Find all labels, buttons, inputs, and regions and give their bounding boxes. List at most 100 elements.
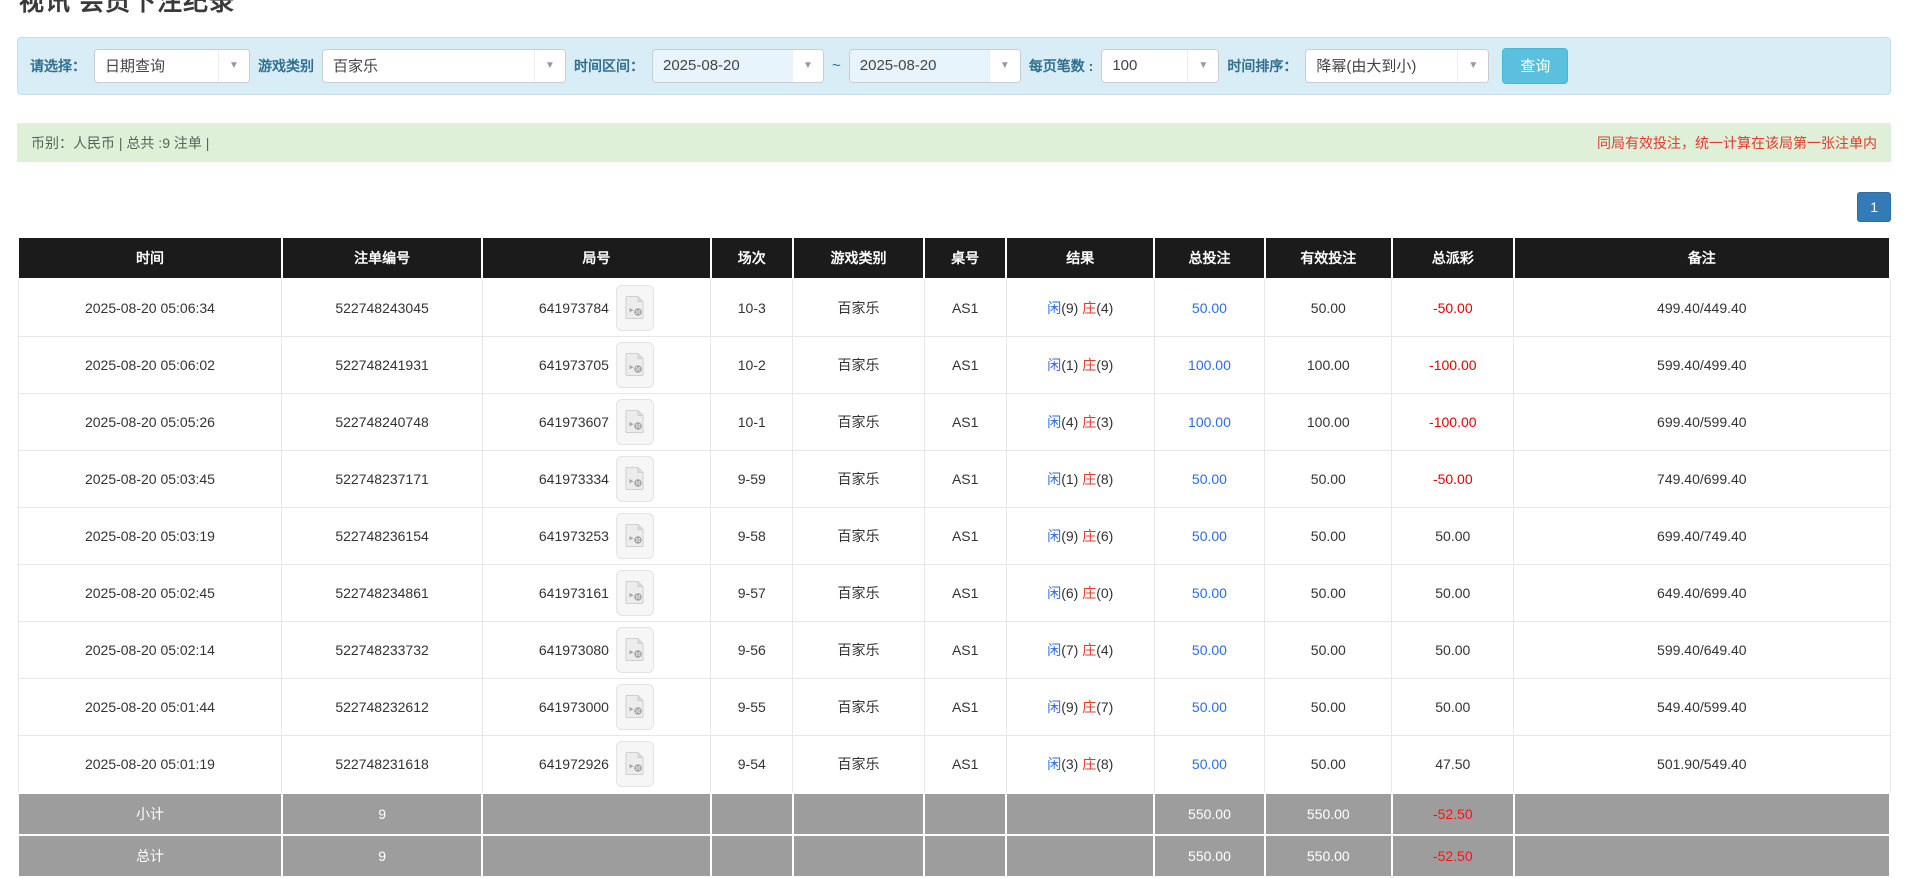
cell-valid-bet: 100.00 bbox=[1265, 336, 1392, 393]
cell-total-bet[interactable]: 100.00 bbox=[1154, 393, 1264, 450]
cell-game: 百家乐 bbox=[793, 279, 924, 337]
column-header: 场次 bbox=[711, 237, 793, 279]
date-to-select[interactable]: 2025-08-20 ▼ bbox=[849, 49, 1021, 83]
cell-payout: 50.00 bbox=[1392, 621, 1514, 678]
cell-round: 641972926 bbox=[482, 735, 710, 793]
table-row: 2025-08-20 05:01:19522748231618641972926… bbox=[18, 735, 1890, 793]
table-row: 2025-08-20 05:03:45522748237171641973334… bbox=[18, 450, 1890, 507]
video-replay-icon[interactable] bbox=[616, 285, 654, 331]
cell-total-bet[interactable]: 50.00 bbox=[1154, 507, 1264, 564]
cell-time: 2025-08-20 05:05:26 bbox=[18, 393, 282, 450]
result-banker: 庄 bbox=[1082, 756, 1096, 772]
cell-round: 641973705 bbox=[482, 336, 710, 393]
column-header: 有效投注 bbox=[1265, 237, 1392, 279]
cell-game: 百家乐 bbox=[793, 393, 924, 450]
table-row: 2025-08-20 05:01:44522748232612641973000… bbox=[18, 678, 1890, 735]
date-from-select[interactable]: 2025-08-20 ▼ bbox=[652, 49, 824, 83]
cell-table: AS1 bbox=[924, 564, 1006, 621]
table-row: 2025-08-20 05:05:26522748240748641973607… bbox=[18, 393, 1890, 450]
result-player: 闲 bbox=[1047, 471, 1061, 487]
cell-table: AS1 bbox=[924, 678, 1006, 735]
cell-session: 9-55 bbox=[711, 678, 793, 735]
chevron-down-icon: ▼ bbox=[792, 50, 823, 82]
date-range-tilde: ~ bbox=[832, 57, 841, 74]
column-header: 时间 bbox=[18, 237, 282, 279]
cell-remark: 699.40/599.40 bbox=[1514, 393, 1890, 450]
video-replay-icon[interactable] bbox=[616, 399, 654, 445]
cell-remark: 599.40/499.40 bbox=[1514, 336, 1890, 393]
video-replay-icon[interactable] bbox=[616, 684, 654, 730]
time-sort-select[interactable]: 降幂(由大到小) ▼ bbox=[1305, 49, 1489, 83]
summary-valid-bet: 550.00 bbox=[1265, 793, 1392, 835]
cell-payout: -100.00 bbox=[1392, 336, 1514, 393]
cell-table: AS1 bbox=[924, 279, 1006, 337]
cell-bet-id: 522748232612 bbox=[282, 678, 482, 735]
cell-result: 闲(1) 庄(9) bbox=[1006, 336, 1154, 393]
cell-session: 9-57 bbox=[711, 564, 793, 621]
result-banker: 庄 bbox=[1082, 300, 1096, 316]
cell-result: 闲(1) 庄(8) bbox=[1006, 450, 1154, 507]
result-banker: 庄 bbox=[1082, 414, 1096, 430]
page: 视讯 会员下注纪录 请选择： 日期查询 ▼ 游戏类别 百家乐 ▼ 时间区间： 2… bbox=[0, 0, 1908, 878]
column-header: 注单编号 bbox=[282, 237, 482, 279]
video-replay-icon[interactable] bbox=[616, 513, 654, 559]
page-title: 视讯 会员下注纪录 bbox=[19, 0, 1891, 17]
chevron-down-icon: ▼ bbox=[1457, 50, 1488, 82]
cell-remark: 649.40/699.40 bbox=[1514, 564, 1890, 621]
cell-result: 闲(7) 庄(4) bbox=[1006, 621, 1154, 678]
result-banker: 庄 bbox=[1082, 642, 1096, 658]
query-type-select[interactable]: 日期查询 ▼ bbox=[94, 49, 250, 83]
cell-game: 百家乐 bbox=[793, 621, 924, 678]
table-row: 2025-08-20 05:02:14522748233732641973080… bbox=[18, 621, 1890, 678]
column-header: 总派彩 bbox=[1392, 237, 1514, 279]
chevron-down-icon: ▼ bbox=[218, 50, 249, 82]
cell-total-bet[interactable]: 50.00 bbox=[1154, 279, 1264, 337]
cell-round: 641973784 bbox=[482, 279, 710, 337]
game-category-select[interactable]: 百家乐 ▼ bbox=[322, 49, 566, 83]
video-replay-icon[interactable] bbox=[616, 570, 654, 616]
cell-bet-id: 522748241931 bbox=[282, 336, 482, 393]
summary-label: 小计 bbox=[18, 793, 282, 835]
cell-total-bet[interactable]: 50.00 bbox=[1154, 450, 1264, 507]
cell-total-bet[interactable]: 50.00 bbox=[1154, 678, 1264, 735]
per-page-select[interactable]: 100 ▼ bbox=[1101, 49, 1219, 83]
round-number: 641973253 bbox=[539, 528, 609, 544]
cell-time: 2025-08-20 05:01:44 bbox=[18, 678, 282, 735]
result-player: 闲 bbox=[1047, 756, 1061, 772]
cell-session: 10-3 bbox=[711, 279, 793, 337]
cell-total-bet[interactable]: 100.00 bbox=[1154, 336, 1264, 393]
cell-remark: 549.40/599.40 bbox=[1514, 678, 1890, 735]
column-header: 游戏类别 bbox=[793, 237, 924, 279]
round-number: 641973080 bbox=[539, 642, 609, 658]
table-row: 2025-08-20 05:06:34522748243045641973784… bbox=[18, 279, 1890, 337]
pagination-page-1-button[interactable]: 1 bbox=[1857, 192, 1891, 222]
filter-bar: 请选择： 日期查询 ▼ 游戏类别 百家乐 ▼ 时间区间： 2025-08-20 … bbox=[17, 37, 1891, 95]
cell-table: AS1 bbox=[924, 735, 1006, 793]
cell-total-bet[interactable]: 50.00 bbox=[1154, 735, 1264, 793]
round-number: 641972926 bbox=[539, 756, 609, 772]
cell-result: 闲(4) 庄(3) bbox=[1006, 393, 1154, 450]
cell-payout: 50.00 bbox=[1392, 564, 1514, 621]
video-replay-icon[interactable] bbox=[616, 741, 654, 787]
video-replay-icon[interactable] bbox=[616, 627, 654, 673]
cell-total-bet[interactable]: 50.00 bbox=[1154, 564, 1264, 621]
result-banker: 庄 bbox=[1082, 528, 1096, 544]
result-player: 闲 bbox=[1047, 642, 1061, 658]
cell-round: 641973253 bbox=[482, 507, 710, 564]
pagination: 1 bbox=[17, 192, 1891, 222]
cell-total-bet[interactable]: 50.00 bbox=[1154, 621, 1264, 678]
cell-bet-id: 522748233732 bbox=[282, 621, 482, 678]
search-button[interactable]: 查询 bbox=[1502, 48, 1568, 84]
video-replay-icon[interactable] bbox=[616, 342, 654, 388]
cell-game: 百家乐 bbox=[793, 735, 924, 793]
cell-round: 641973607 bbox=[482, 393, 710, 450]
subtotal-row: 小计9550.00550.00-52.50 bbox=[18, 793, 1890, 835]
table-row: 2025-08-20 05:03:19522748236154641973253… bbox=[18, 507, 1890, 564]
cell-session: 9-58 bbox=[711, 507, 793, 564]
cell-remark: 699.40/749.40 bbox=[1514, 507, 1890, 564]
summary-total-bet: 550.00 bbox=[1154, 793, 1264, 835]
cell-payout: 50.00 bbox=[1392, 507, 1514, 564]
video-replay-icon[interactable] bbox=[616, 456, 654, 502]
table-header-row: 时间注单编号局号场次游戏类别桌号结果总投注有效投注总派彩备注 bbox=[18, 237, 1890, 279]
cell-result: 闲(9) 庄(7) bbox=[1006, 678, 1154, 735]
